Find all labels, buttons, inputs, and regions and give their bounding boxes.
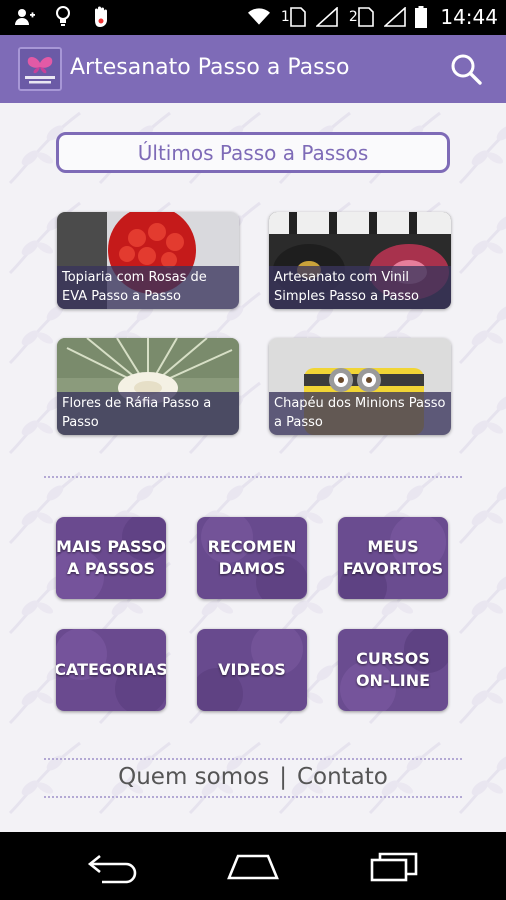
sim-card-icon: 1 xyxy=(278,6,308,28)
lightbulb-icon xyxy=(52,6,74,28)
videos-button[interactable]: VIDEOS xyxy=(197,629,307,711)
divider xyxy=(44,476,462,478)
card-caption: Artesanato com Vinil Simples Passo a Pas… xyxy=(269,266,451,309)
divider xyxy=(44,796,462,798)
battery-icon xyxy=(414,6,428,28)
back-button[interactable] xyxy=(86,850,140,884)
footer-separator: | xyxy=(279,764,287,790)
signal-icon xyxy=(384,6,407,28)
back-icon xyxy=(87,854,137,884)
card-topiaria[interactable]: Topiaria com Rosas de EVA Passo a Passo xyxy=(57,212,239,309)
sim-card-icon: 2 xyxy=(346,6,376,28)
card-minions[interactable]: Chapéu dos Minions Passo a Passo xyxy=(269,338,451,435)
latest-heading: Últimos Passo a Passos xyxy=(56,132,450,173)
app-bar: Artesanato Passo a Passo xyxy=(0,35,506,103)
navigation-bar xyxy=(0,832,506,900)
home-button[interactable] xyxy=(226,850,280,884)
meus-favoritos-button[interactable]: MEUS FAVORITOS xyxy=(338,517,448,599)
search-button[interactable] xyxy=(448,51,484,87)
footer-links: Quem somos | Contato xyxy=(0,764,506,790)
person-add-icon xyxy=(14,6,36,28)
app-title: Artesanato Passo a Passo xyxy=(70,55,350,80)
card-caption: Flores de Ráfia Passo a Passo xyxy=(57,392,239,435)
categorias-button[interactable]: CATEGORIAS xyxy=(56,629,166,711)
app-logo xyxy=(18,47,62,91)
divider xyxy=(44,758,462,760)
about-link[interactable]: Quem somos xyxy=(118,764,269,790)
main-content[interactable]: Últimos Passo a Passos Topiaria com Rosa… xyxy=(0,103,506,832)
signal-icon xyxy=(316,6,339,28)
recent-apps-button[interactable] xyxy=(370,850,424,884)
cursos-online-button[interactable]: CURSOS ON-LINE xyxy=(338,629,448,711)
card-caption: Chapéu dos Minions Passo a Passo xyxy=(269,392,451,435)
home-icon xyxy=(227,854,279,880)
status-bar: 1 2 14:44 xyxy=(0,0,506,35)
clock: 14:44 xyxy=(440,5,498,29)
card-vinil[interactable]: Artesanato com Vinil Simples Passo a Pas… xyxy=(269,212,451,309)
card-rafia[interactable]: Flores de Ráfia Passo a Passo xyxy=(57,338,239,435)
contact-link[interactable]: Contato xyxy=(297,764,388,790)
search-icon xyxy=(451,54,482,85)
recomendamos-button[interactable]: RECOMEN DAMOS xyxy=(197,517,307,599)
recent-apps-icon xyxy=(370,852,418,882)
wifi-icon xyxy=(248,6,271,28)
hand-icon xyxy=(90,6,112,28)
mais-passo-a-passos-button[interactable]: MAIS PASSO A PASSOS xyxy=(56,517,166,599)
card-caption: Topiaria com Rosas de EVA Passo a Passo xyxy=(57,266,239,309)
